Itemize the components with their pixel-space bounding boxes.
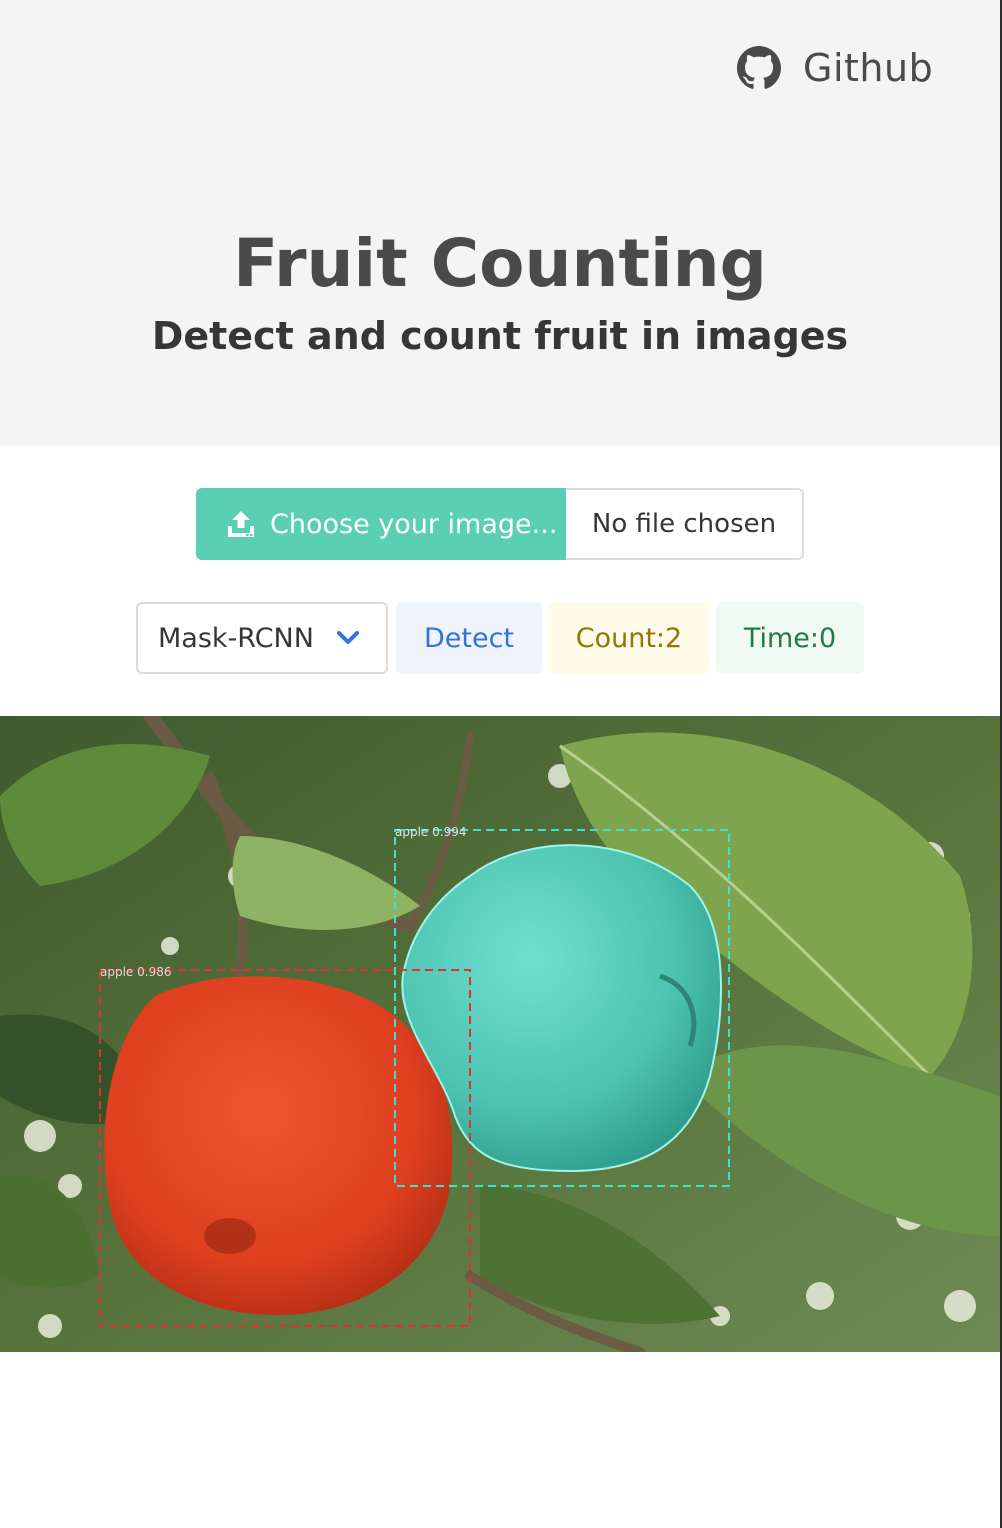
hero-section: Github Fruit Counting Detect and count f… [0, 0, 1000, 446]
chevron-down-icon [337, 631, 359, 644]
apple-red [104, 976, 453, 1315]
upload-icon [228, 511, 254, 537]
file-upload: Choose your image... No file chosen [196, 488, 804, 560]
count-badge: Count:2 [548, 602, 710, 674]
detection-label-cyan: apple 0.994 [395, 825, 466, 839]
time-badge: Time:0 [716, 602, 864, 674]
file-name-display: No file chosen [566, 488, 804, 560]
page-subtitle: Detect and count fruit in images [151, 314, 849, 358]
result-image: apple 0.994 apple 0.986 [0, 716, 1000, 1352]
model-select-value: Mask-RCNN [158, 622, 314, 654]
detection-label-red: apple 0.986 [100, 965, 171, 979]
github-icon [737, 46, 781, 89]
choose-image-label: Choose your image... [270, 508, 558, 540]
choose-image-button[interactable]: Choose your image... [196, 488, 566, 560]
model-select[interactable]: Mask-RCNN [136, 602, 388, 674]
controls-row: Mask-RCNN Detect Count:2 Time:0 [136, 602, 864, 674]
detect-button[interactable]: Detect [396, 602, 542, 674]
page: Github Fruit Counting Detect and count f… [0, 0, 1002, 1528]
page-title: Fruit Counting [233, 225, 767, 302]
github-label: Github [803, 46, 934, 90]
github-link[interactable]: Github [737, 43, 933, 93]
